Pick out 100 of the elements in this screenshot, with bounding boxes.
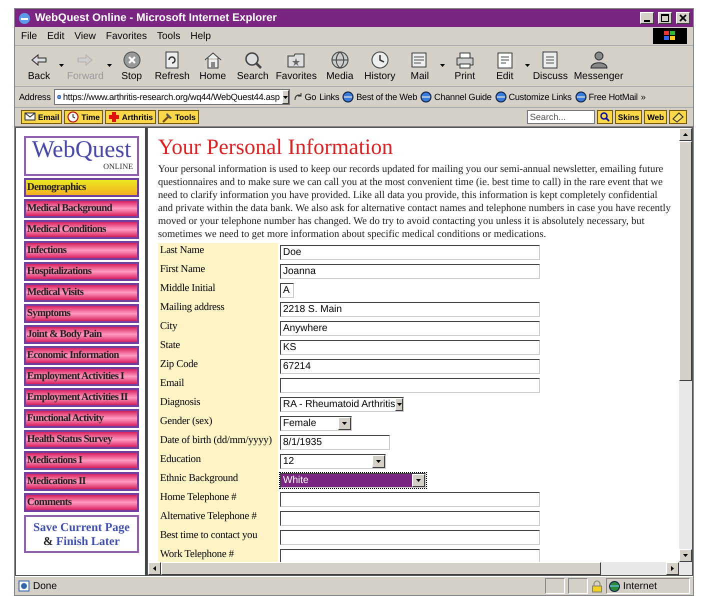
- menu-item[interactable]: Edit: [47, 30, 64, 42]
- sidebar-item[interactable]: Functional Activity: [24, 409, 139, 428]
- links-label: Links: [319, 92, 340, 102]
- toolbar-button[interactable]: Email: [21, 110, 62, 124]
- menu-item[interactable]: View: [74, 30, 96, 42]
- sidebar-item[interactable]: Medical Conditions: [24, 220, 139, 239]
- input-field[interactable]: [280, 511, 540, 526]
- close-button[interactable]: [676, 12, 690, 24]
- toolbar-button[interactable]: Back: [19, 50, 59, 82]
- search-button[interactable]: [596, 110, 613, 124]
- minimize-button[interactable]: [640, 12, 654, 24]
- field-label: Email: [158, 376, 278, 395]
- dropdown-field[interactable]: 12: [280, 454, 386, 469]
- caret-icon: [342, 422, 347, 425]
- link-button[interactable]: Channel Guide: [420, 91, 492, 103]
- vertical-scrollbar[interactable]: [679, 128, 692, 562]
- field-label: Last Name: [158, 243, 278, 262]
- search-field[interactable]: Search...: [526, 110, 595, 124]
- link-button[interactable]: Best of the Web: [342, 91, 418, 103]
- dropdown-field[interactable]: White: [280, 473, 426, 488]
- input-field[interactable]: 8/1/1935: [280, 435, 390, 450]
- input-field[interactable]: [280, 378, 540, 393]
- scroll-down-icon[interactable]: [683, 554, 688, 557]
- sidebar-item[interactable]: Comments: [24, 493, 139, 512]
- sidebar-item[interactable]: Employment Activities II: [24, 388, 139, 407]
- field-label: Alternative Telephone #: [158, 509, 278, 528]
- input-field[interactable]: 67214: [280, 359, 540, 374]
- toolbar-button[interactable]: Time: [64, 110, 103, 124]
- input-field[interactable]: 2218 S. Main: [280, 302, 540, 317]
- field-label: Date of birth (dd/mm/yyyy): [158, 433, 278, 452]
- dropdown-caret-icon[interactable]: [59, 64, 64, 67]
- sidebar-item[interactable]: Economic Information: [24, 346, 139, 365]
- horizontal-scrollbar[interactable]: [148, 562, 692, 575]
- input-field[interactable]: KS: [280, 340, 540, 355]
- input-field[interactable]: A: [280, 283, 294, 298]
- scroll-up-icon[interactable]: [683, 133, 688, 136]
- sidebar-item[interactable]: Health Status Survey: [24, 430, 139, 449]
- cross-icon: [108, 111, 120, 123]
- dropdown-caret-icon[interactable]: [440, 64, 445, 67]
- menu-item[interactable]: Tools: [156, 30, 180, 42]
- sidebar-item[interactable]: Symptoms: [24, 304, 139, 323]
- input-field[interactable]: [280, 530, 540, 545]
- page-globe-icon: [420, 91, 432, 103]
- address-field[interactable]: https://www.arthritis-research.org/wq44/WebQuest44.asp: [54, 89, 290, 105]
- sidebar-item[interactable]: Medications II: [24, 472, 139, 491]
- address-label: Address: [19, 92, 51, 102]
- sidebar-item[interactable]: Joint & Body Pain: [24, 325, 139, 344]
- toolbar-button[interactable]: Mail: [400, 50, 440, 82]
- scroll-left-icon[interactable]: [153, 566, 156, 571]
- field-label: Education: [158, 452, 278, 471]
- link-button[interactable]: Customize Links: [494, 91, 572, 103]
- toolbar-button[interactable]: Favorites: [272, 50, 320, 82]
- toolbar-button[interactable]: Stop: [112, 50, 152, 82]
- globe-icon: [328, 50, 351, 70]
- eraser-button[interactable]: [669, 110, 687, 124]
- scroll-right-icon[interactable]: [671, 566, 674, 571]
- dropdown-field[interactable]: RA - Rheumatoid Arthritis: [280, 397, 404, 412]
- webquest-logo: WebQuest ONLINE: [24, 136, 139, 176]
- input-field[interactable]: Anywhere: [280, 321, 540, 336]
- toolbar-button[interactable]: History: [360, 50, 400, 82]
- sidebar-item[interactable]: Medical Visits: [24, 283, 139, 302]
- toolbar-button[interactable]: Edit: [484, 50, 525, 82]
- dropdown-field[interactable]: Female: [280, 416, 352, 431]
- input-field[interactable]: [280, 549, 540, 562]
- input-field[interactable]: Doe: [280, 245, 540, 260]
- maximize-button[interactable]: [658, 12, 672, 24]
- sidebar-item[interactable]: Medications I: [24, 451, 139, 470]
- sidebar-item[interactable]: Medical Background: [24, 199, 139, 218]
- link-button[interactable]: Free HotMail: [574, 91, 638, 103]
- save-link[interactable]: Save Current Page & Finish Later: [24, 515, 139, 553]
- toolbar-button[interactable]: Refresh: [152, 50, 193, 82]
- toolbar-button[interactable]: Skins: [614, 110, 642, 124]
- field-label: Gender (sex): [158, 414, 278, 433]
- input-field[interactable]: Joanna: [280, 264, 540, 279]
- menu-item[interactable]: Help: [190, 30, 211, 42]
- toolbar-button[interactable]: Discuss: [530, 50, 571, 82]
- sidebar-item[interactable]: Employment Activities I: [24, 367, 139, 386]
- input-field[interactable]: [280, 492, 540, 507]
- toolbar-button[interactable]: Print: [444, 50, 485, 82]
- menu-item[interactable]: File: [21, 30, 38, 42]
- toolbar-button[interactable]: Arthritis: [104, 110, 156, 124]
- toolbar-button[interactable]: Media: [320, 50, 360, 82]
- toolbar-button[interactable]: Home: [192, 50, 233, 82]
- printer-icon: [454, 50, 476, 70]
- go-arrow-icon: [292, 92, 303, 102]
- more-chevron[interactable]: »: [640, 92, 646, 102]
- dropdown-caret-icon[interactable]: [524, 64, 530, 67]
- field-label: Ethnic Background: [158, 471, 278, 490]
- toolbar-button[interactable]: Messenger: [570, 50, 626, 82]
- sidebar-item[interactable]: Hospitalizations: [24, 262, 139, 281]
- sidebar-item[interactable]: Infections: [24, 241, 139, 260]
- sidebar-item[interactable]: Demographics: [24, 178, 139, 197]
- globe-icon: [609, 580, 620, 592]
- toolbar-button[interactable]: Web: [644, 110, 667, 124]
- toolbar-button[interactable]: Tools: [158, 110, 199, 124]
- toolbar-button[interactable]: Search: [232, 50, 273, 82]
- windows-flag-icon: [653, 28, 687, 44]
- person-icon: [588, 50, 610, 70]
- menu-item[interactable]: Favorites: [106, 30, 147, 42]
- go-button[interactable]: Go: [292, 92, 316, 102]
